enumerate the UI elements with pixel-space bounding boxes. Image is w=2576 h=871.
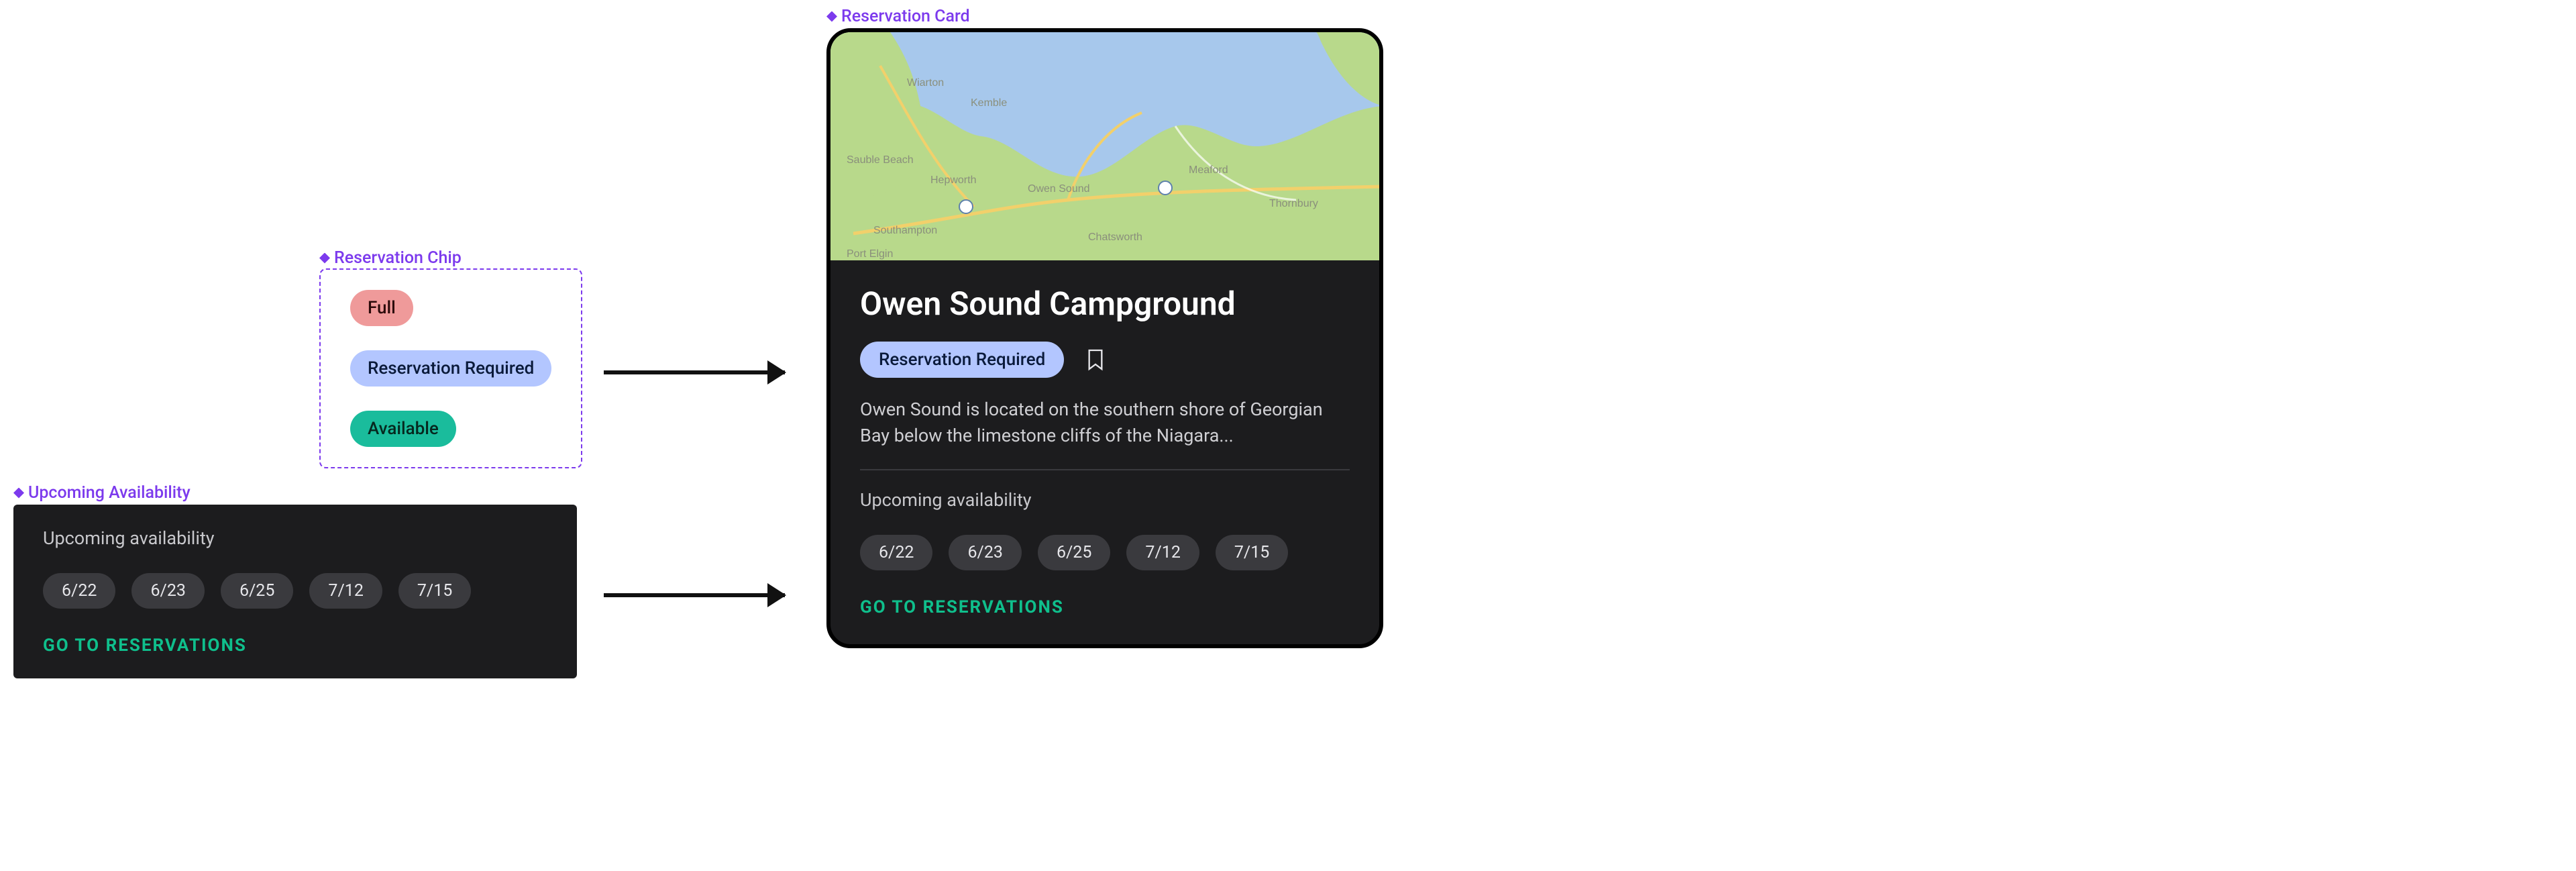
card-availability-dates: 6/22 6/23 6/25 7/12 7/15 — [860, 535, 1350, 570]
card-footer: GO TO RESERVATIONS — [830, 597, 1379, 644]
chip-reservation-required[interactable]: Reservation Required — [350, 350, 551, 387]
map-place-label: Wiarton — [907, 77, 944, 89]
reservation-card: Wiarton Kemble Sauble Beach Hepworth Owe… — [826, 28, 1383, 648]
upcoming-availability-panel: Upcoming availability 6/22 6/23 6/25 7/1… — [13, 505, 577, 678]
diamond-icon — [826, 11, 837, 22]
date-chip[interactable]: 6/25 — [221, 573, 293, 609]
map-preview[interactable]: Wiarton Kemble Sauble Beach Hepworth Owe… — [830, 32, 1379, 260]
go-to-reservations-link[interactable]: GO TO RESERVATIONS — [43, 635, 547, 656]
date-chip[interactable]: 7/12 — [1126, 535, 1199, 570]
map-place-label: Thornbury — [1269, 198, 1318, 209]
date-chip[interactable]: 7/12 — [309, 573, 382, 609]
arrow-icon — [604, 593, 785, 597]
map-place-label: Southampton — [873, 225, 937, 236]
go-to-reservations-link[interactable]: GO TO RESERVATIONS — [860, 597, 1350, 617]
divider — [860, 469, 1350, 470]
diagram-canvas: Reservation Chip Full Reservation Requir… — [0, 0, 2576, 871]
map-place-label: Port Elgin — [847, 248, 893, 260]
component-label-text: Upcoming Availability — [28, 483, 191, 503]
date-chip[interactable]: 7/15 — [1216, 535, 1288, 570]
component-label-text: Reservation Chip — [334, 248, 462, 268]
card-description: Owen Sound is located on the southern sh… — [860, 397, 1350, 449]
date-chip[interactable]: 6/22 — [43, 573, 115, 609]
component-label-reservation-card: Reservation Card — [826, 7, 970, 26]
map-place-label: Kemble — [971, 97, 1007, 109]
card-body: Owen Sound Campground Reservation Requir… — [830, 260, 1379, 597]
component-label-reservation-chip: Reservation Chip — [319, 248, 462, 268]
bookmark-icon[interactable] — [1084, 348, 1107, 371]
component-label-upcoming-availability: Upcoming Availability — [13, 483, 191, 503]
card-availability-title: Upcoming availability — [860, 489, 1350, 511]
date-chip[interactable]: 7/15 — [398, 573, 471, 609]
map-place-label: Meaford — [1189, 164, 1228, 176]
status-row: Reservation Required — [860, 342, 1350, 378]
diamond-icon — [319, 253, 330, 264]
date-chip[interactable]: 6/23 — [131, 573, 204, 609]
map-svg: Wiarton Kemble Sauble Beach Hepworth Owe… — [830, 32, 1379, 260]
map-place-label: Owen Sound — [1028, 183, 1090, 195]
date-chip[interactable]: 6/25 — [1038, 535, 1110, 570]
status-chip-reservation-required[interactable]: Reservation Required — [860, 342, 1064, 378]
date-chip[interactable]: 6/22 — [860, 535, 932, 570]
arrow-icon — [604, 370, 785, 374]
map-place-label: Sauble Beach — [847, 154, 914, 166]
diamond-icon — [13, 488, 24, 499]
component-label-text: Reservation Card — [841, 7, 970, 26]
chip-available[interactable]: Available — [350, 411, 456, 447]
card-title: Owen Sound Campground — [860, 285, 1350, 323]
availability-title: Upcoming availability — [43, 527, 547, 549]
availability-dates-row: 6/22 6/23 6/25 7/12 7/15 — [43, 573, 547, 609]
chip-full[interactable]: Full — [350, 290, 413, 326]
reservation-chip-panel: Full Reservation Required Available — [319, 268, 582, 468]
date-chip[interactable]: 6/23 — [949, 535, 1021, 570]
map-place-label: Hepworth — [930, 174, 976, 186]
map-place-label: Chatsworth — [1088, 232, 1142, 243]
